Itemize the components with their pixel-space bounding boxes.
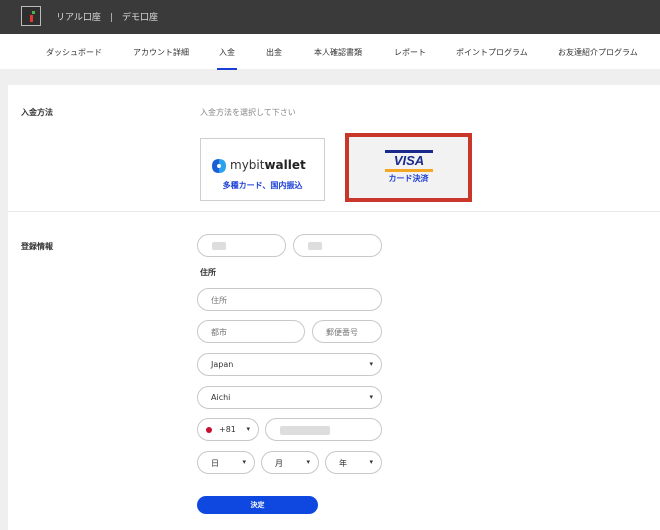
mybit-wallet-logo-icon xyxy=(212,159,226,173)
birth-day-select[interactable]: 日 ▾ xyxy=(197,451,255,474)
visa-logo-icon: VISA xyxy=(385,150,433,172)
chevron-down-icon: ▾ xyxy=(369,360,373,368)
real-account-link[interactable]: リアル口座 xyxy=(56,13,101,23)
tab-identity-documents[interactable]: 本人確認書類 xyxy=(314,47,362,58)
demo-account-link[interactable]: デモ口座 xyxy=(122,13,158,23)
tab-account-details[interactable]: アカウント詳細 xyxy=(133,47,189,58)
submit-button[interactable]: 決定 xyxy=(197,496,318,514)
registration-info-label: 登録情報 xyxy=(21,242,53,251)
redacted-last-name xyxy=(308,242,322,250)
last-name-field[interactable] xyxy=(293,234,382,257)
mybit-wallet-caption: 多種カード、国内振込 xyxy=(222,181,303,190)
account-separator: | xyxy=(109,13,113,23)
address-input[interactable]: 住所 xyxy=(197,288,382,311)
brand-logo-icon[interactable] xyxy=(21,6,41,26)
deposit-method-label: 入金方法 xyxy=(21,108,53,117)
japan-flag-icon xyxy=(206,427,212,433)
first-name-field[interactable] xyxy=(197,234,286,257)
chevron-down-icon: ▾ xyxy=(369,393,373,401)
tab-point-program[interactable]: ポイントプログラム xyxy=(456,47,528,58)
mybit-wallet-wordmark: mybitwallet xyxy=(230,158,306,172)
birth-month-select[interactable]: 月 ▾ xyxy=(261,451,319,474)
section-divider xyxy=(8,211,660,212)
prefecture-select[interactable]: Aichi ▾ xyxy=(197,386,382,409)
chevron-down-icon: ▾ xyxy=(369,458,373,466)
payment-option-visa[interactable]: VISA カード決済 xyxy=(345,133,472,202)
chevron-down-icon: ▾ xyxy=(306,458,310,466)
visa-caption: カード決済 xyxy=(388,174,429,183)
phone-number-input[interactable] xyxy=(265,418,382,441)
tab-deposit[interactable]: 入金 xyxy=(217,47,237,70)
tab-dashboard[interactable]: ダッシュボード xyxy=(46,47,102,58)
payment-option-mybitwallet[interactable]: mybitwallet 多種カード、国内振込 xyxy=(200,138,325,201)
postal-code-input[interactable]: 郵便番号 xyxy=(312,320,382,343)
deposit-card: 入金方法 入金方法を選択して下さい mybitwallet 多種カード、国内振込… xyxy=(8,85,660,530)
tab-reports[interactable]: レポート xyxy=(394,47,426,58)
redacted-phone-number xyxy=(280,426,330,435)
birth-year-select[interactable]: 年 ▾ xyxy=(325,451,382,474)
city-input[interactable]: 都市 xyxy=(197,320,305,343)
tab-withdrawal[interactable]: 出金 xyxy=(266,47,282,58)
main-tabs: ダッシュボード アカウント詳細 入金 出金 本人確認書類 レポート ポイントプロ… xyxy=(0,34,660,70)
chevron-down-icon: ▾ xyxy=(242,458,246,466)
phone-country-code-select[interactable]: +81 ▾ xyxy=(197,418,259,441)
address-section-label: 住所 xyxy=(200,268,216,277)
svg-text:VISA: VISA xyxy=(394,153,424,168)
redacted-first-name xyxy=(212,242,226,250)
deposit-method-hint: 入金方法を選択して下さい xyxy=(200,108,296,117)
top-bar: リアル口座 | デモ口座 xyxy=(0,0,660,34)
country-select[interactable]: Japan ▾ xyxy=(197,353,382,376)
tab-referral-program[interactable]: お友達紹介プログラム xyxy=(558,47,638,58)
chevron-down-icon: ▾ xyxy=(246,425,250,433)
account-switcher: リアル口座 | デモ口座 xyxy=(56,10,158,23)
